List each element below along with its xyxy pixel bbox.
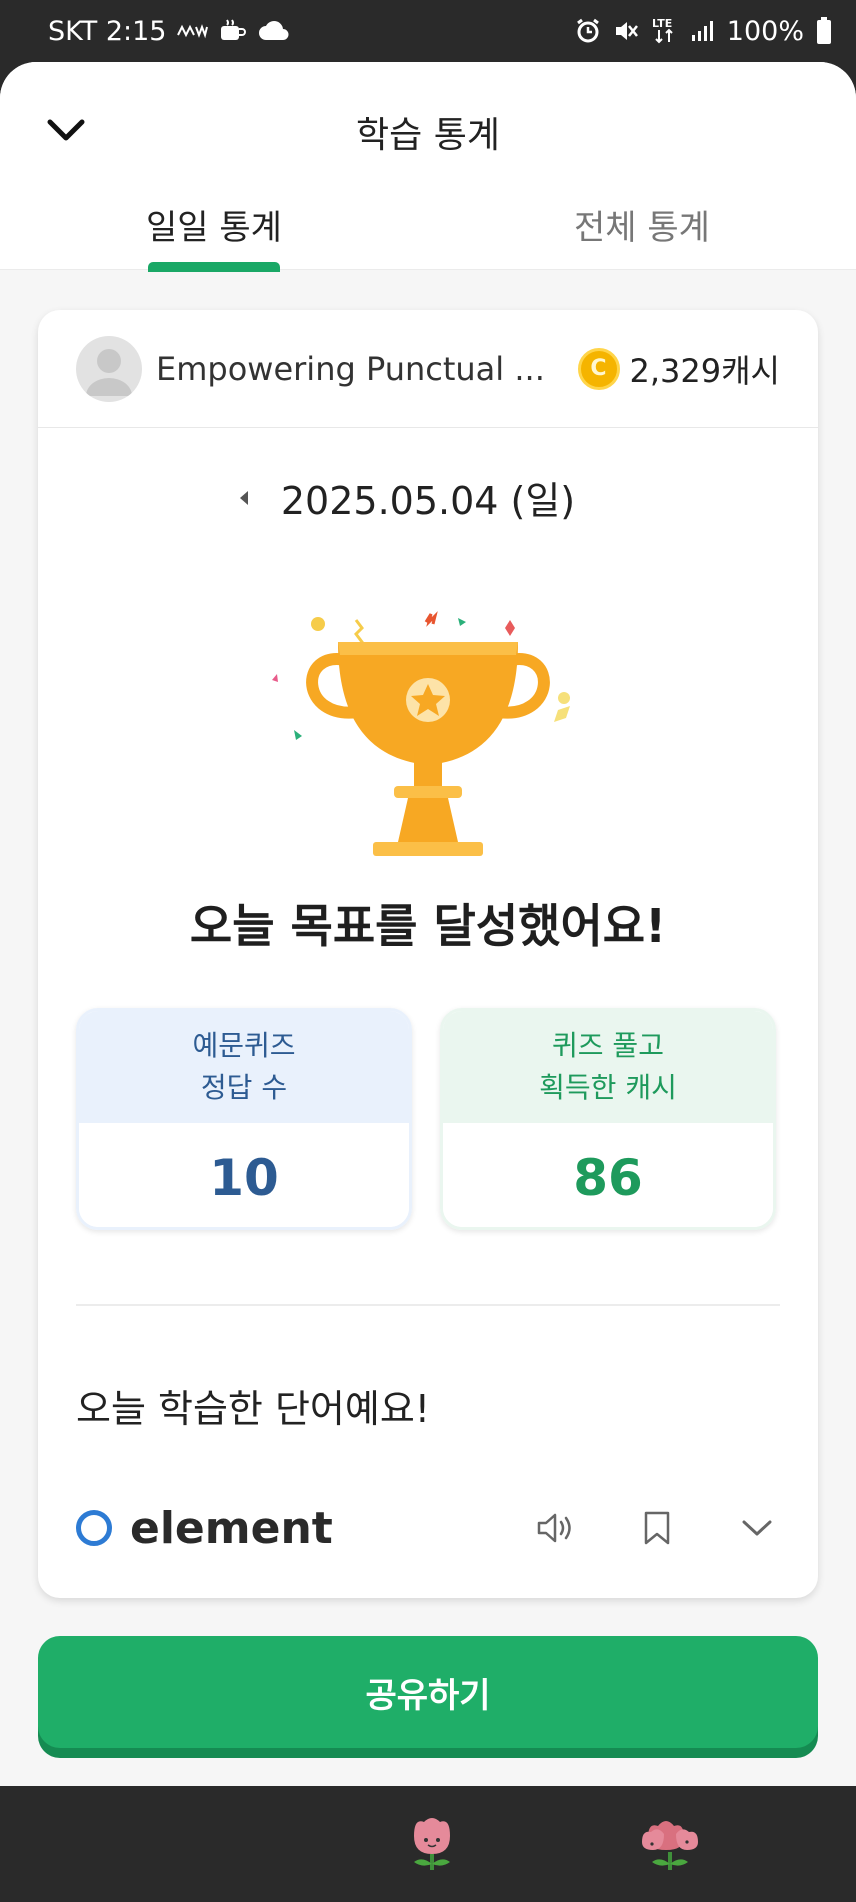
daily-stats-card: Empowering Punctual ... C 2,329캐시 2025.0… — [38, 310, 818, 1598]
date-selector: 2025.05.04 (일) — [38, 470, 818, 525]
battery-percent: 100% — [726, 15, 804, 47]
mute-icon — [613, 18, 639, 44]
trophy-icon — [272, 611, 570, 856]
cash-amount: 2,329캐시 — [629, 351, 781, 390]
pronounce-button[interactable] — [534, 1505, 580, 1551]
word-actions — [534, 1505, 780, 1551]
coffee-icon — [218, 18, 248, 44]
cash-earned-label-line2: 획득한 캐시 — [539, 1071, 677, 1104]
status-carrier-time: SKT 2:15 — [48, 15, 167, 47]
word-status-circle-icon — [76, 1510, 112, 1546]
expand-word-button[interactable] — [734, 1505, 780, 1551]
tab-daily-stats[interactable]: 일일 통계 — [0, 190, 428, 272]
cash-earned-label-line1: 퀴즈 풀고 — [552, 1029, 664, 1062]
mw-icon — [176, 21, 209, 41]
previous-date-button[interactable] — [231, 483, 255, 513]
status-bar: SKT 2:15 LTE 100% — [0, 0, 856, 62]
coin-symbol: C — [590, 356, 607, 381]
quiz-correct-label-line2: 정답 수 — [200, 1071, 288, 1104]
bookmark-icon — [644, 1511, 670, 1545]
tab-total-label: 전체 통계 — [574, 208, 710, 248]
caret-left-icon — [239, 490, 248, 505]
bottom-bar — [0, 1786, 856, 1902]
flower-bouquet-icon — [642, 1821, 698, 1870]
quiz-correct-label-line1: 예문퀴즈 — [192, 1029, 296, 1062]
cash-earned-value: 86 — [443, 1123, 773, 1227]
avatar — [76, 335, 142, 402]
tab-bar: 일일 통계 전체 통계 — [0, 190, 856, 272]
speaker-icon — [537, 1513, 571, 1543]
quiz-correct-stat: 예문퀴즈 정답 수 10 — [76, 1008, 412, 1230]
alarm-icon — [575, 18, 601, 44]
flower-icon — [414, 1818, 450, 1870]
page-title: 학습 통계 — [356, 115, 500, 156]
stats-sheet: 학습 통계 일일 통계 전체 통계 Empowering Punctual ..… — [0, 62, 856, 1786]
trophy-illustration — [228, 580, 628, 880]
current-date: 2025.05.04 (일) — [280, 479, 576, 523]
word-text: element — [130, 1502, 333, 1554]
quiz-correct-label: 예문퀴즈 정답 수 — [79, 1011, 409, 1123]
share-button[interactable]: 공유하기 — [38, 1636, 818, 1748]
word-list-item[interactable]: element — [76, 1496, 780, 1560]
divider — [76, 1304, 780, 1306]
profile-name: Empowering Punctual ... — [156, 349, 545, 388]
cloud-icon — [258, 18, 290, 44]
achievement-message: 오늘 목표를 달성했어요! — [189, 899, 667, 953]
user-icon — [86, 348, 132, 396]
cash-earned-stat: 퀴즈 풀고 획득한 캐시 86 — [440, 1008, 776, 1230]
battery-icon — [816, 17, 832, 45]
svg-text:LTE: LTE — [652, 17, 672, 30]
tab-daily-label: 일일 통계 — [146, 208, 282, 248]
signal-icon — [691, 19, 715, 43]
quiz-correct-value: 10 — [79, 1123, 409, 1227]
cash-earned-label: 퀴즈 풀고 획득한 캐시 — [443, 1011, 773, 1123]
learned-words-heading: 오늘 학습한 단어예요! — [76, 1387, 431, 1431]
cash-balance: C 2,329캐시 — [577, 346, 781, 392]
lte-icon: LTE — [651, 16, 679, 46]
bookmark-button[interactable] — [634, 1505, 680, 1551]
share-button-label: 공유하기 — [365, 1675, 491, 1716]
tab-active-indicator — [148, 262, 280, 272]
profile-row: Empowering Punctual ... C 2,329캐시 — [38, 310, 818, 428]
tab-total-stats[interactable]: 전체 통계 — [428, 190, 856, 270]
coin-icon: C — [577, 347, 620, 390]
chevron-down-icon — [742, 1520, 772, 1536]
header: 학습 통계 일일 통계 전체 통계 — [0, 62, 856, 272]
